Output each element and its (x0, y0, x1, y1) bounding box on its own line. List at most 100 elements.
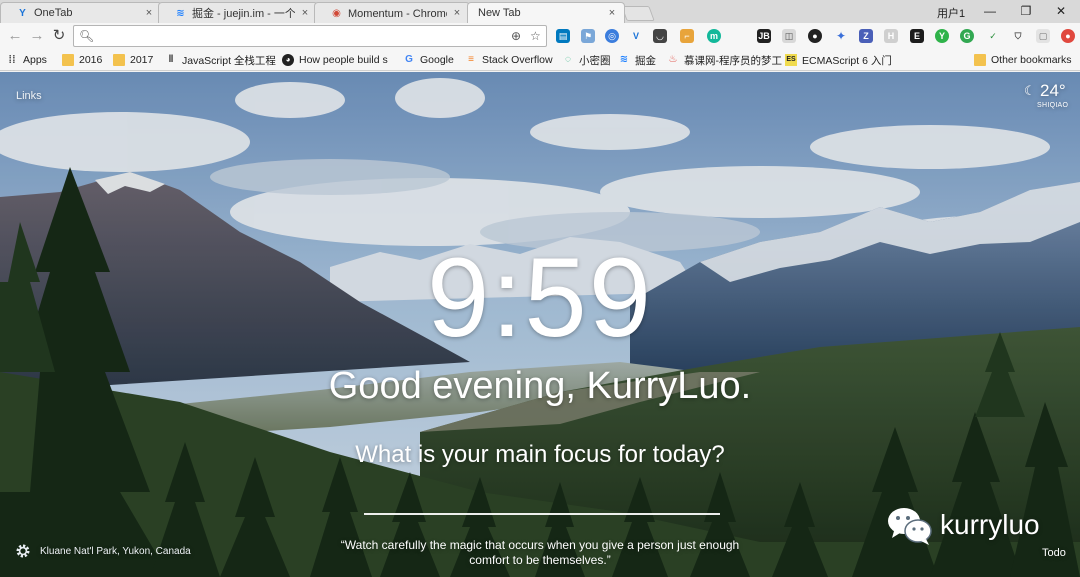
bookmark-label: 慕课网-程序员的梦工 (684, 54, 782, 67)
y-icon[interactable]: Y (935, 29, 949, 43)
bookmark-label: Google (420, 54, 454, 66)
photo-location[interactable]: Kluane Nat'l Park, Yukon, Canada (40, 546, 191, 557)
focus-question: What is your main focus for today? (355, 441, 725, 468)
minimize-button[interactable]: — (975, 1, 1005, 21)
tab-strip: Y OneTab × ≋ 掘金 - juejin.im - 一个帮助开发者成长的… (0, 0, 1080, 23)
folder-icon (62, 54, 74, 66)
watermark-text: kurryluo (940, 509, 1040, 540)
pocket-icon[interactable]: ◡ (653, 29, 667, 43)
github-icon: ◕ (282, 54, 294, 66)
bookmark-how-people-build[interactable]: ◕ How people build s (282, 52, 388, 68)
bookmarks-bar: ⁞⁞ Apps 2016 2017 ǁ JavaScript 全栈工程 ◕ Ho… (0, 49, 1080, 71)
runner-icon: ǁ (168, 54, 174, 65)
wechat-icon (888, 508, 932, 545)
circle-icon: ◌ (565, 54, 571, 65)
new-tab-button[interactable] (621, 6, 655, 21)
octocat-icon[interactable]: ● (808, 29, 822, 43)
bookmark-folder-2017[interactable]: 2017 (113, 52, 153, 68)
puzzle-icon[interactable]: ✦ (834, 29, 848, 43)
juejin-icon: ≋ (619, 54, 629, 65)
weather-temperature[interactable]: 24° (1040, 81, 1066, 101)
bookmark-label: How people build s (299, 54, 388, 66)
h-icon[interactable]: H (884, 29, 898, 43)
forward-button[interactable]: → (28, 27, 46, 45)
bookmark-label: 2016 (79, 54, 103, 66)
z-icon[interactable]: Z (859, 29, 873, 43)
profile-label[interactable]: 用户1 (937, 5, 965, 21)
bookmark-juejin[interactable]: ≋ 掘金 (618, 52, 656, 68)
close-icon[interactable]: × (451, 7, 463, 19)
juejin-icon: ≋ (176, 7, 185, 19)
browser-toolbar: ← → ↻ 🔍︎ ⊕ ☆ ▤ ⚑ ◎ V ◡ ⌐ m JB ◫ ● ✦ Z H … (0, 23, 1080, 49)
search-icon: 🔍︎ (79, 29, 95, 43)
daily-quote[interactable]: “Watch carefully the magic that occurs w… (340, 538, 740, 568)
flag-icon[interactable]: ⚑ (581, 29, 595, 43)
m-icon[interactable]: m (707, 29, 721, 43)
imooc-icon: ♨ (668, 54, 678, 65)
focus-input[interactable] (364, 485, 720, 515)
trello-icon[interactable]: ▤ (556, 29, 570, 43)
bookmark-label: Stack Overflow (482, 54, 553, 66)
bookmark-folder-2016[interactable]: 2016 (62, 52, 102, 68)
window-close-button[interactable]: ✕ (1046, 1, 1076, 21)
g-icon[interactable]: G (960, 29, 974, 43)
gear-icon[interactable] (15, 543, 31, 559)
bookmark-apps[interactable]: ⁞⁞ Apps (6, 52, 47, 68)
bookmark-javascript[interactable]: ǁ JavaScript 全栈工程 (165, 52, 276, 68)
shield-icon[interactable]: ⛉ (1011, 29, 1025, 43)
bookmark-stack-overflow[interactable]: ≡ Stack Overflow (465, 52, 553, 68)
bookmark-xiaomiquan[interactable]: ◌ 小密圈 (562, 52, 611, 68)
bookmark-label: 小密圈 (579, 54, 611, 67)
close-icon[interactable]: × (299, 7, 311, 19)
weather-location: SHIQIAO (1037, 102, 1069, 109)
clock-time: 9:59 (427, 235, 653, 360)
bookmark-other[interactable]: Other bookmarks (974, 52, 1072, 68)
back-button[interactable]: ← (6, 27, 24, 45)
vue-icon[interactable]: V (629, 29, 643, 43)
chrome-icon[interactable]: ◎ (605, 29, 619, 43)
close-icon[interactable]: × (606, 7, 618, 19)
bookmark-imooc[interactable]: ♨ 慕课网-程序员的梦工 (667, 52, 782, 68)
es-icon: ES (785, 54, 797, 66)
location-target-icon[interactable]: ⊕ (511, 29, 521, 43)
bookmark-star-icon[interactable]: ☆ (530, 29, 541, 43)
close-icon[interactable]: × (143, 7, 155, 19)
momentum-dashboard: Links ☾ 24° SHIQIAO 9:59 Good evening, K… (0, 72, 1080, 577)
tab-title: 掘金 - juejin.im - 一个帮助开发者成长的社区 (192, 8, 295, 20)
greeting-text: Good evening, KurryLuo. (328, 365, 752, 407)
chrome-store-icon: ◉ (332, 7, 341, 19)
moon-icon: ☾ (1024, 83, 1036, 98)
badge-icon[interactable]: ◫ (782, 29, 796, 43)
folder-icon (974, 54, 986, 66)
bookmark-label: Other bookmarks (991, 54, 1072, 66)
hub-icon[interactable]: JB (757, 29, 771, 43)
bookmark-ecmascript[interactable]: ES ECMAScript 6 入门 (785, 52, 892, 68)
bookmark-label: ECMAScript 6 入门 (802, 54, 892, 67)
maximize-button[interactable]: ❐ (1011, 1, 1041, 21)
bookmark-label: JavaScript 全栈工程 (182, 54, 276, 67)
bookmark-label: Apps (23, 54, 47, 66)
tab-new-tab[interactable]: New Tab × (467, 2, 625, 23)
stackoverflow-icon: ≡ (468, 54, 474, 65)
apps-grid-icon: ⁞⁞ (8, 54, 16, 66)
todo-button[interactable]: Todo (1042, 547, 1066, 559)
v-icon[interactable]: ✓ (986, 29, 1000, 43)
square-icon[interactable]: ▢ (1036, 29, 1050, 43)
tab-title: OneTab (34, 7, 73, 19)
extension-icon[interactable] (684, 29, 698, 43)
tab-momentum[interactable]: ◉ Momentum - Chrome 网上应用店 × (314, 2, 470, 23)
address-bar[interactable]: 🔍︎ ⊕ ☆ (73, 25, 547, 47)
google-icon: G (405, 54, 413, 65)
bookmark-label: 2017 (130, 54, 154, 66)
tab-title: New Tab (478, 7, 521, 19)
reload-button[interactable]: ↻ (50, 27, 68, 45)
tab-juejin[interactable]: ≋ 掘金 - juejin.im - 一个帮助开发者成长的社区 × (158, 2, 318, 23)
tab-onetab[interactable]: Y OneTab × (0, 2, 162, 23)
links-menu[interactable]: Links (16, 90, 42, 102)
address-input[interactable] (94, 28, 494, 44)
folder-icon (113, 54, 125, 66)
bookmark-google[interactable]: G Google (403, 52, 454, 68)
ball-icon[interactable]: ● (1061, 29, 1075, 43)
tab-title: Momentum - Chrome 网上应用店 (348, 8, 447, 20)
e-icon[interactable]: E (910, 29, 924, 43)
